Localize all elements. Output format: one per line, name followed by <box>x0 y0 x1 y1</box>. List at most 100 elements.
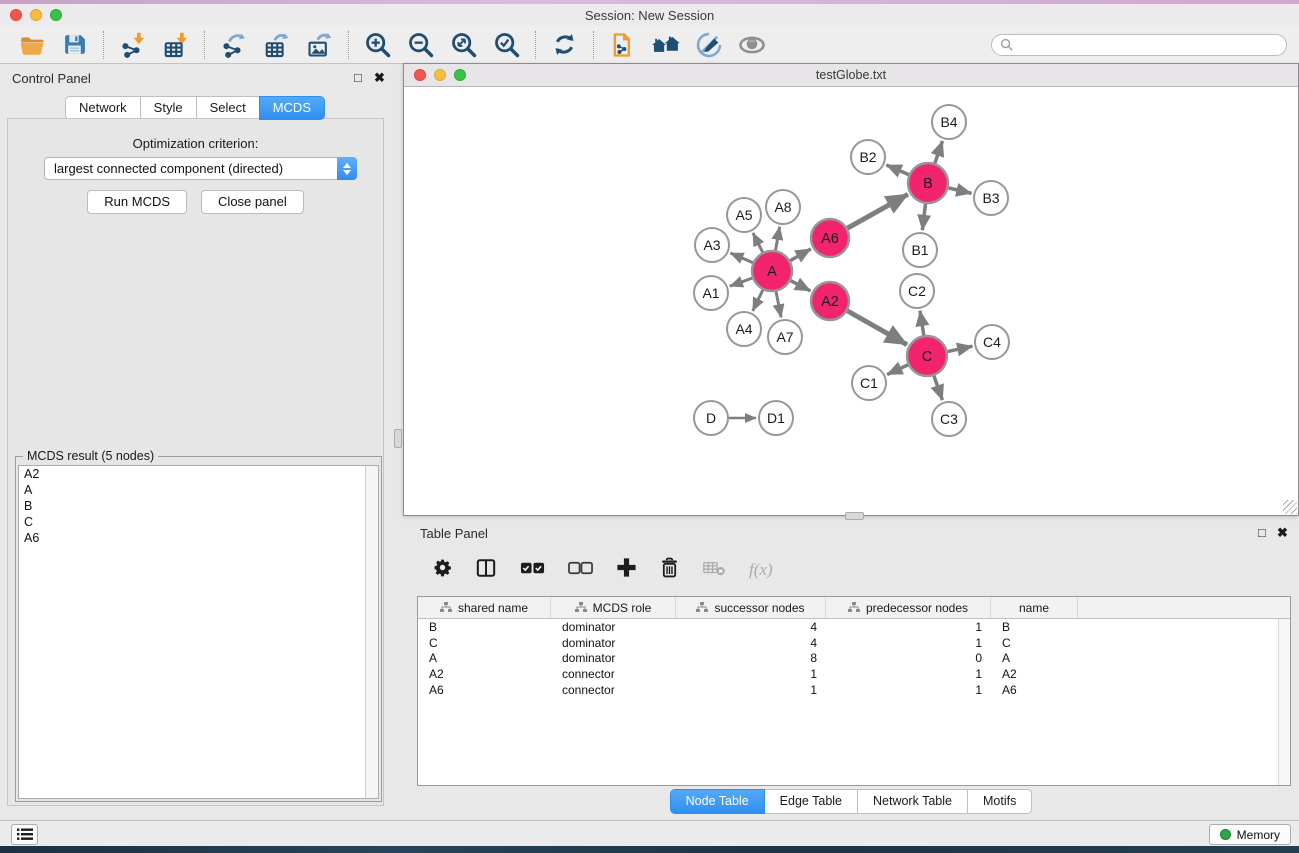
table-settings-button[interactable] <box>433 558 452 582</box>
graph-node-B[interactable]: B <box>908 163 948 203</box>
graph-node-D1[interactable]: D1 <box>759 401 793 435</box>
table-scrollbar[interactable] <box>1278 619 1290 785</box>
tab-style[interactable]: Style <box>140 96 197 120</box>
refresh-button[interactable] <box>543 29 586 61</box>
graph-edge-A-A7[interactable] <box>776 292 781 318</box>
tab-network-table[interactable]: Network Table <box>857 789 968 814</box>
run-mcds-button[interactable]: Run MCDS <box>87 190 187 214</box>
zoom-in-button[interactable] <box>356 29 399 61</box>
deselect-all-button[interactable] <box>568 561 593 580</box>
show-graphics-button[interactable] <box>730 29 773 61</box>
criterion-select[interactable]: largest connected component (directed) <box>44 157 357 180</box>
export-image-button[interactable] <box>298 29 341 61</box>
graph-edge-B-B2[interactable] <box>886 165 908 175</box>
table-row[interactable]: Cdominator41C <box>418 635 1290 651</box>
graph-node-A5[interactable]: A5 <box>727 198 761 232</box>
graph-edge-C-C3[interactable] <box>934 376 942 400</box>
graph-node-A[interactable]: A <box>752 251 792 291</box>
list-scrollbar[interactable] <box>365 466 378 798</box>
graph-node-C4[interactable]: C4 <box>975 325 1009 359</box>
mcds-result-list[interactable]: A2ABCA6 <box>18 465 379 799</box>
graph-edge-A-A5[interactable] <box>753 233 763 252</box>
table-row[interactable]: Adominator80A <box>418 651 1290 667</box>
close-table-panel-icon[interactable]: ✖ <box>1277 525 1288 541</box>
mcds-result-item-b[interactable]: B <box>19 498 378 514</box>
save-session-button[interactable] <box>53 29 96 61</box>
mcds-result-item-a6[interactable]: A6 <box>19 530 378 546</box>
export-table-button[interactable] <box>255 29 298 61</box>
graph-node-B1[interactable]: B1 <box>903 233 937 267</box>
export-network-button[interactable] <box>212 29 255 61</box>
zoom-out-button[interactable] <box>399 29 442 61</box>
open-network-file-button[interactable] <box>601 29 644 61</box>
graph-edge-A-A3[interactable] <box>730 253 752 263</box>
graph-edge-C-C4[interactable] <box>948 346 973 351</box>
add-row-button[interactable] <box>616 557 637 583</box>
graph-edge-A-A6[interactable] <box>790 249 811 261</box>
tab-network[interactable]: Network <box>65 96 141 120</box>
column-header-name[interactable]: name <box>991 597 1078 618</box>
table-row[interactable]: Bdominator41B <box>418 619 1290 635</box>
graph-node-C2[interactable]: C2 <box>900 274 934 308</box>
open-file-button[interactable] <box>10 29 53 61</box>
network-window-titlebar[interactable]: testGlobe.txt <box>404 64 1298 87</box>
mcds-result-item-a2[interactable]: A2 <box>19 466 378 482</box>
search-field[interactable] <box>991 34 1287 56</box>
panel-splitter-handle[interactable] <box>394 429 402 448</box>
import-table-button[interactable] <box>154 29 197 61</box>
graph-edge-B-B4[interactable] <box>935 141 943 163</box>
graph-node-B3[interactable]: B3 <box>974 181 1008 215</box>
mcds-result-item-c[interactable]: C <box>19 514 378 530</box>
resize-grip-icon[interactable] <box>1283 500 1297 514</box>
search-input[interactable] <box>1018 38 1278 52</box>
column-header-successor-nodes[interactable]: successor nodes <box>676 597 826 618</box>
graph-edge-A-A8[interactable] <box>776 227 780 251</box>
tab-node-table[interactable]: Node Table <box>670 789 765 814</box>
graph-node-B2[interactable]: B2 <box>851 140 885 174</box>
tab-edge-table[interactable]: Edge Table <box>764 789 858 814</box>
graph-node-D[interactable]: D <box>694 401 728 435</box>
select-all-button[interactable] <box>520 561 545 580</box>
mcds-result-item-a[interactable]: A <box>19 482 378 498</box>
close-panel-button[interactable]: Close panel <box>201 190 304 214</box>
import-network-button[interactable] <box>111 29 154 61</box>
graph-node-A7[interactable]: A7 <box>768 320 802 354</box>
graph-edge-A-A4[interactable] <box>753 290 763 311</box>
graph-node-B4[interactable]: B4 <box>932 105 966 139</box>
column-header-predecessor-nodes[interactable]: predecessor nodes <box>826 597 991 618</box>
graph-node-C3[interactable]: C3 <box>932 402 966 436</box>
graph-node-A8[interactable]: A8 <box>766 190 800 224</box>
table-row[interactable]: A6connector11A6 <box>418 682 1290 698</box>
float-panel-icon[interactable]: □ <box>354 70 362 85</box>
tab-select[interactable]: Select <box>196 96 260 120</box>
graph-node-A4[interactable]: A4 <box>727 312 761 346</box>
column-header-mcds-role[interactable]: MCDS role <box>551 597 676 618</box>
float-table-panel-icon[interactable]: □ <box>1258 525 1266 540</box>
graph-node-A6[interactable]: A6 <box>811 219 849 257</box>
home-button[interactable] <box>644 29 687 61</box>
tab-mcds[interactable]: MCDS <box>259 96 325 120</box>
tab-motifs[interactable]: Motifs <box>967 789 1032 814</box>
graph-edge-A6-B[interactable] <box>847 194 908 228</box>
memory-button[interactable]: Memory <box>1209 824 1291 845</box>
graph-edge-C-C2[interactable] <box>920 311 924 335</box>
graph-node-C1[interactable]: C1 <box>852 366 886 400</box>
hide-annotations-button[interactable] <box>687 29 730 61</box>
graph-edge-A2-C[interactable] <box>847 311 907 345</box>
graph-edge-A-A1[interactable] <box>730 278 752 286</box>
zoom-fit-button[interactable] <box>442 29 485 61</box>
graph-node-C[interactable]: C <box>907 336 947 376</box>
graph-edge-A-A2[interactable] <box>791 281 811 291</box>
delete-table-button[interactable] <box>702 560 726 581</box>
close-panel-icon[interactable]: ✖ <box>374 70 385 86</box>
function-builder-button[interactable]: f(x) <box>749 560 773 580</box>
network-canvas[interactable]: A A1 A2 A3 A4 A5 A6 A7 A8 B B1 B2 B3 B4 C C1 C2 C3 C4 D D1 <box>404 88 1298 515</box>
column-header-shared-name[interactable]: shared name <box>418 597 551 618</box>
graph-edge-C-C1[interactable] <box>887 365 908 375</box>
graph-node-A2[interactable]: A2 <box>811 282 849 320</box>
graph-node-A1[interactable]: A1 <box>694 276 728 310</box>
delete-row-button[interactable] <box>660 557 679 583</box>
table-row[interactable]: A2connector11A2 <box>418 666 1290 682</box>
graph-edge-B-B1[interactable] <box>922 204 925 230</box>
graph-node-A3[interactable]: A3 <box>695 228 729 262</box>
